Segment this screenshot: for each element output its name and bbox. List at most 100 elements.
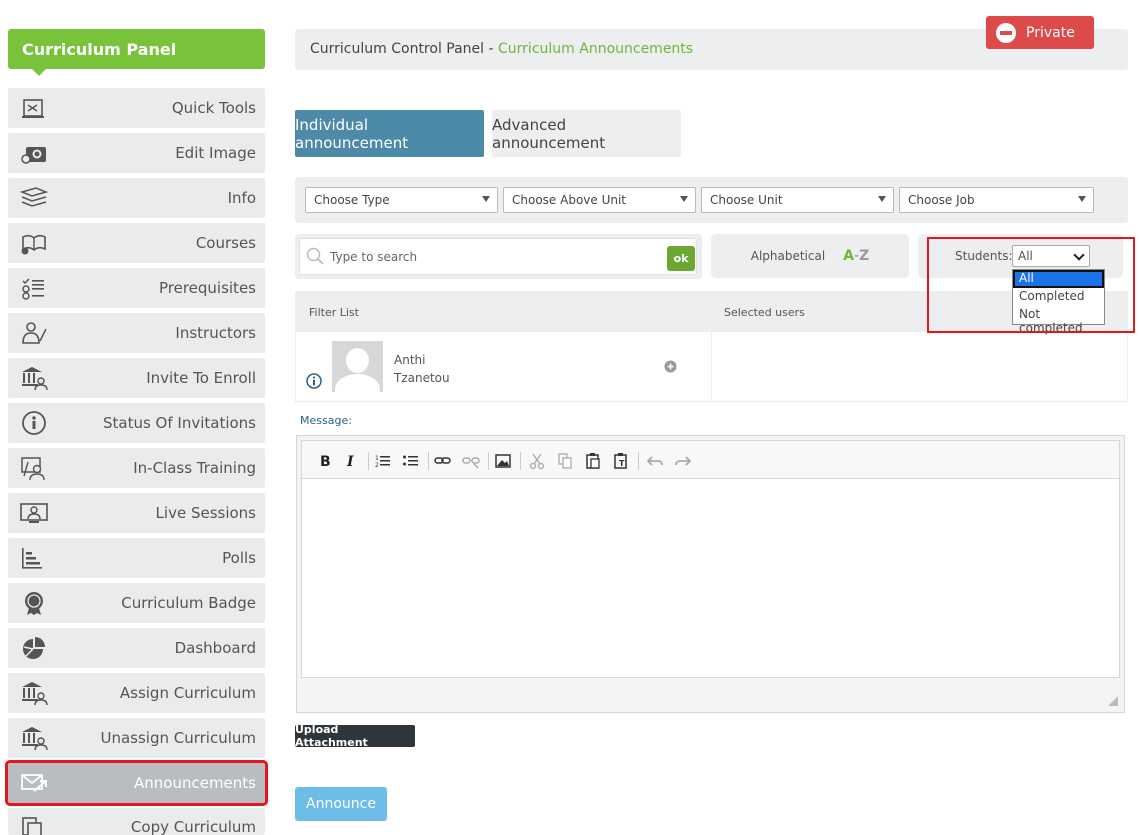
bold-icon[interactable]: B bbox=[316, 452, 334, 470]
add-user-icon[interactable] bbox=[664, 360, 677, 373]
sidebar-item-label: Announcements bbox=[134, 774, 256, 792]
dropdown-arrow-icon bbox=[680, 196, 688, 202]
private-button[interactable]: Private bbox=[986, 16, 1094, 49]
search-input[interactable] bbox=[330, 248, 660, 266]
sidebar-item-instructors[interactable]: Instructors bbox=[8, 313, 265, 353]
dropdown-arrow-icon bbox=[878, 196, 886, 202]
sidebar-item-label: Info bbox=[227, 189, 256, 207]
sidebar-item-label: Polls bbox=[222, 549, 256, 567]
numbered-list-icon[interactable]: 12 bbox=[374, 452, 392, 470]
user-first-name: Anthi bbox=[394, 353, 426, 367]
a-z-sort-toggle[interactable]: A-Z bbox=[843, 248, 869, 264]
camera-gear-icon bbox=[21, 147, 46, 164]
italic-icon[interactable]: I bbox=[342, 452, 360, 470]
sidebar-item-invite-to-enroll[interactable]: Invite To Enroll bbox=[8, 358, 265, 398]
copy-icon bbox=[22, 817, 42, 835]
quick-tools-icon bbox=[22, 99, 44, 118]
sidebar-item-copy-curriculum[interactable]: Copy Curriculum bbox=[8, 808, 265, 835]
announce-button[interactable]: Announce bbox=[295, 787, 387, 821]
students-selected-value: All bbox=[1018, 249, 1033, 263]
students-option-all[interactable]: All bbox=[1013, 270, 1104, 288]
sidebar-item-label: Curriculum Badge bbox=[121, 594, 256, 612]
choose-unit-select[interactable]: Choose Unit bbox=[701, 187, 894, 213]
sidebar-item-label: Quick Tools bbox=[171, 99, 256, 117]
bullet-list-icon[interactable] bbox=[402, 452, 420, 470]
sidebar-item-announcements[interactable]: Announcements bbox=[5, 760, 268, 806]
sidebar-item-label: Status Of Invitations bbox=[102, 414, 256, 432]
sidebar-item-status-of-invitations[interactable]: Status Of Invitations bbox=[8, 403, 265, 443]
sidebar-item-info[interactable]: Info bbox=[8, 178, 265, 218]
pie-chart-icon bbox=[23, 637, 45, 659]
search-field: ok bbox=[299, 238, 697, 275]
sidebar-item-curriculum-badge[interactable]: Curriculum Badge bbox=[8, 583, 265, 623]
choose-type-value: Choose Type bbox=[314, 193, 390, 207]
students-option-not-completed[interactable]: Not completed bbox=[1013, 306, 1104, 335]
dropdown-arrow-icon bbox=[1078, 196, 1086, 202]
sidebar-item-polls[interactable]: Polls bbox=[8, 538, 265, 578]
students-select[interactable]: All bbox=[1012, 245, 1090, 267]
sidebar-item-label: Courses bbox=[195, 234, 256, 252]
tab-advanced-announcement[interactable]: Advanced announcement bbox=[492, 110, 681, 157]
sidebar-item-quick-tools[interactable]: Quick Tools bbox=[8, 88, 265, 128]
open-book-gear-icon bbox=[21, 234, 46, 255]
choose-job-select[interactable]: Choose Job bbox=[899, 187, 1094, 213]
students-dropdown-list: All Completed Not completed bbox=[1012, 269, 1105, 335]
sidebar-item-edit-image[interactable]: Edit Image bbox=[8, 133, 265, 173]
svg-text:B: B bbox=[320, 454, 331, 470]
upload-attachment-button[interactable]: Upload Attachment bbox=[295, 723, 415, 749]
svg-text:I: I bbox=[346, 454, 354, 470]
students-option-completed[interactable]: Completed bbox=[1013, 288, 1104, 306]
svg-text:2: 2 bbox=[375, 462, 379, 469]
books-icon bbox=[20, 187, 48, 207]
copy-icon[interactable] bbox=[556, 452, 574, 470]
sidebar-item-label: Invite To Enroll bbox=[146, 369, 256, 387]
sidebar-item-courses[interactable]: Courses bbox=[8, 223, 265, 263]
sidebar-item-live-sessions[interactable]: Live Sessions bbox=[8, 493, 265, 533]
classroom-icon bbox=[21, 457, 45, 480]
image-icon[interactable] bbox=[494, 452, 512, 470]
breadcrumb-current: Curriculum Announcements bbox=[498, 41, 694, 57]
link-icon[interactable] bbox=[434, 452, 452, 470]
paste-text-icon[interactable]: T bbox=[612, 452, 630, 470]
sidebar-item-in-class-training[interactable]: In-Class Training bbox=[8, 448, 265, 488]
list-item: Anthi Tzanetou bbox=[295, 332, 1128, 402]
sidebar-item-label: Instructors bbox=[175, 324, 256, 342]
alphabetical-label: Alphabetical bbox=[750, 249, 826, 263]
sidebar-item-prerequisites[interactable]: Prerequisites bbox=[8, 268, 265, 308]
message-label: Message: bbox=[300, 414, 352, 427]
choose-type-select[interactable]: Choose Type bbox=[305, 187, 498, 213]
sidebar-item-label: Unassign Curriculum bbox=[100, 729, 256, 747]
search-icon bbox=[306, 247, 324, 265]
info-icon[interactable] bbox=[306, 373, 322, 389]
chevron-down-icon bbox=[1073, 249, 1085, 261]
tab-individual-announcement[interactable]: Individual announcement bbox=[295, 110, 484, 157]
institution-user-icon bbox=[22, 727, 48, 750]
institution-user-icon bbox=[22, 367, 48, 390]
dropdown-arrow-icon bbox=[482, 196, 490, 202]
sidebar-item-label: Prerequisites bbox=[158, 279, 256, 297]
search-ok-button[interactable]: ok bbox=[667, 246, 695, 271]
choose-job-value: Choose Job bbox=[908, 193, 975, 207]
alphabetical-sort[interactable]: Alphabetical A-Z bbox=[711, 234, 909, 278]
user-last-name: Tzanetou bbox=[394, 371, 450, 385]
monitor-user-icon bbox=[20, 503, 48, 523]
message-editor: B I 12 T bbox=[296, 435, 1125, 713]
choose-above-unit-select[interactable]: Choose Above Unit bbox=[503, 187, 696, 213]
resize-handle-icon[interactable] bbox=[1108, 696, 1118, 706]
unlink-icon[interactable] bbox=[462, 452, 480, 470]
redo-icon[interactable] bbox=[674, 452, 692, 470]
undo-icon[interactable] bbox=[646, 452, 664, 470]
sort-z: Z bbox=[859, 248, 870, 264]
cut-icon[interactable] bbox=[528, 452, 546, 470]
choose-unit-value: Choose Unit bbox=[710, 193, 783, 207]
svg-text:1: 1 bbox=[375, 455, 379, 462]
paste-icon[interactable] bbox=[584, 452, 602, 470]
user-name: Anthi Tzanetou bbox=[394, 351, 450, 387]
sidebar-item-dashboard[interactable]: Dashboard bbox=[8, 628, 265, 668]
checklist-icon bbox=[22, 278, 44, 300]
sidebar-item-assign-curriculum[interactable]: Assign Curriculum bbox=[8, 673, 265, 713]
sidebar-item-unassign-curriculum[interactable]: Unassign Curriculum bbox=[8, 718, 265, 758]
message-text-area[interactable] bbox=[301, 478, 1120, 678]
breadcrumb-separator: - bbox=[484, 41, 499, 57]
breadcrumb-root[interactable]: Curriculum Control Panel bbox=[310, 41, 484, 57]
